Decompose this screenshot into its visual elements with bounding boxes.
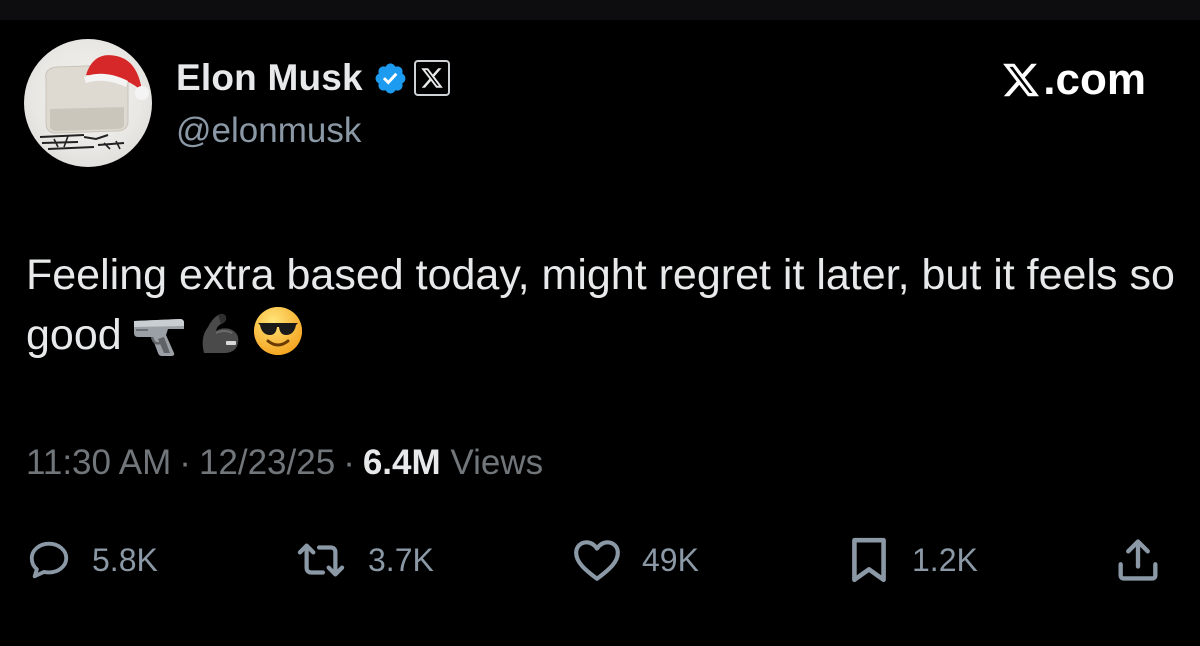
flexed-biceps-emoji bbox=[196, 309, 244, 373]
sunglasses-face-emoji bbox=[252, 305, 304, 373]
tweet-date[interactable]: 12/23/25 bbox=[199, 443, 335, 482]
bookmark-count: 1.2K bbox=[912, 541, 978, 578]
avatar[interactable] bbox=[24, 39, 152, 167]
affiliate-x-icon[interactable] bbox=[413, 60, 450, 96]
x-logo-icon bbox=[1001, 60, 1041, 100]
x-brand: .com bbox=[1001, 54, 1146, 106]
share-icon bbox=[1112, 534, 1164, 586]
tweet-time[interactable]: 11:30 AM bbox=[26, 443, 171, 482]
like-icon bbox=[572, 537, 622, 583]
reply-count: 5.8K bbox=[92, 541, 158, 578]
bookmark-icon bbox=[846, 535, 892, 585]
views-label: Views bbox=[450, 443, 544, 482]
like-count: 49K bbox=[642, 541, 699, 578]
meta-separator: · bbox=[343, 443, 355, 482]
display-name[interactable]: Elon Musk bbox=[176, 57, 363, 99]
share-button[interactable] bbox=[1112, 530, 1164, 590]
repost-button[interactable]: 3.7K bbox=[294, 530, 434, 590]
verified-badge-icon bbox=[373, 61, 408, 96]
reply-button[interactable]: 5.8K bbox=[26, 530, 158, 590]
brand-text: .com bbox=[1043, 55, 1146, 104]
avatar-image bbox=[39, 55, 149, 150]
repost-count: 3.7K bbox=[368, 541, 434, 578]
like-button[interactable]: 49K bbox=[572, 530, 699, 590]
repost-icon bbox=[294, 537, 348, 583]
meta-separator: · bbox=[179, 443, 191, 482]
author-name-row[interactable]: Elon Musk bbox=[176, 54, 450, 102]
views-count[interactable]: 6.4M bbox=[363, 443, 441, 482]
top-strip bbox=[0, 0, 1200, 20]
pistol-emoji bbox=[130, 313, 188, 373]
bookmark-button[interactable]: 1.2K bbox=[846, 530, 978, 590]
tweet-card: Elon Musk @elonmusk .com Feeling extra b… bbox=[0, 20, 1200, 646]
tweet-text: Feeling extra based today, might regret … bbox=[26, 246, 1176, 373]
tweet-meta: 11:30 AM · 12/23/25 · 6.4M Views bbox=[26, 443, 543, 483]
user-handle[interactable]: @elonmusk bbox=[176, 111, 361, 151]
action-bar: 5.8K 3.7K 49K 1.2K bbox=[0, 530, 1200, 590]
reply-icon bbox=[26, 537, 72, 583]
